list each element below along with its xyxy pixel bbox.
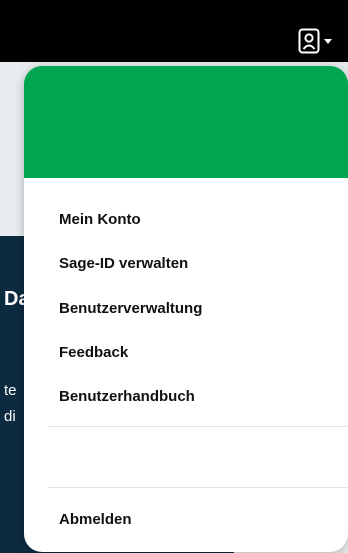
menu-item-sage-id-verwalten[interactable]: Sage-ID verwalten (59, 255, 188, 272)
background-text-fragment-1: te (4, 382, 17, 399)
menu-item-benutzerverwaltung[interactable]: Benutzerverwaltung (59, 300, 202, 317)
user-dropdown-menu: Mein Konto Sage-ID verwalten Benutzerver… (24, 66, 348, 552)
user-icon (298, 28, 320, 54)
menu-header-banner (24, 66, 348, 178)
chevron-down-icon (324, 38, 332, 44)
menu-item-feedback[interactable]: Feedback (59, 344, 128, 361)
menu-divider-bottom (48, 487, 348, 488)
menu-divider-top (48, 426, 348, 427)
background-text-fragment-2: di (4, 408, 16, 425)
top-navigation-bar (0, 0, 348, 62)
menu-item-benutzerhandbuch[interactable]: Benutzerhandbuch (59, 388, 195, 405)
menu-item-mein-konto[interactable]: Mein Konto (59, 211, 141, 228)
user-menu-button[interactable] (298, 26, 348, 56)
logout-button[interactable]: Abmelden (59, 511, 132, 528)
